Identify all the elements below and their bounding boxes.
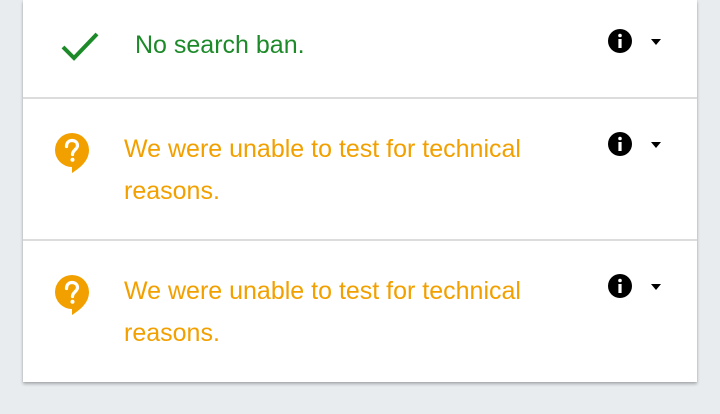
caret-down-icon[interactable] (649, 282, 663, 292)
caret-down-icon[interactable] (649, 140, 663, 150)
question-bubble-icon (54, 132, 90, 174)
result-row-test-3: We were unable to test for technical rea… (23, 241, 697, 382)
result-message: No search ban. (135, 31, 305, 59)
result-row-test-2: We were unable to test for technical rea… (23, 99, 697, 241)
info-icon[interactable] (608, 132, 632, 156)
caret-down-icon[interactable] (649, 37, 663, 47)
results-card: No search ban. We were unable to test fo… (23, 0, 697, 382)
question-bubble-icon (54, 274, 90, 316)
result-row-search-ban: No search ban. (23, 0, 697, 99)
result-message: We were unable to test for technical rea… (124, 135, 521, 205)
checkmark-icon (60, 30, 100, 64)
info-icon[interactable] (608, 29, 632, 53)
info-icon[interactable] (608, 274, 632, 298)
result-message: We were unable to test for technical rea… (124, 277, 521, 347)
